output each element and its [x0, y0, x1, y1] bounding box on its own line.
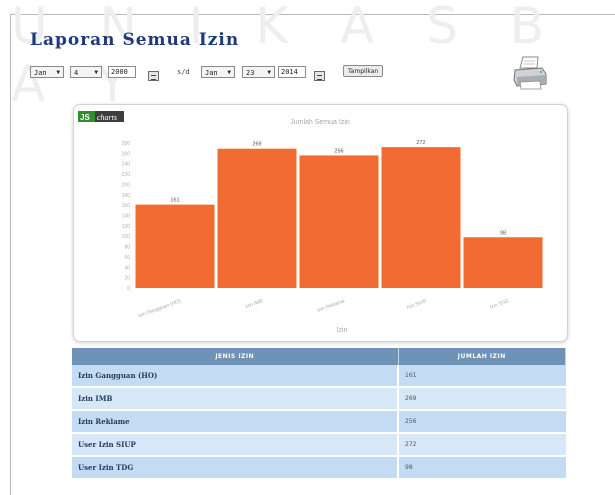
x-category-label: Izin SIUP: [406, 298, 428, 311]
to-month-select[interactable]: Jan ▼: [201, 66, 235, 78]
cell-jenis-izin: User Izin SIUP: [72, 433, 398, 457]
cell-jumlah-izin: 256: [397, 410, 566, 434]
permit-table: JENIS IZIN JUMLAH IZIN Izin Gangguan (HO…: [72, 348, 566, 480]
y-tick-label: 60: [124, 255, 130, 261]
calendar-icon[interactable]: [314, 71, 325, 81]
y-tick-label: 180: [122, 193, 131, 199]
from-day-select[interactable]: 4 ▼: [70, 66, 102, 78]
to-year-input[interactable]: 2014: [278, 66, 306, 78]
y-tick-label: 200: [122, 182, 131, 188]
column-header-jenis-izin: JENIS IZIN: [72, 348, 399, 365]
y-tick-label: 120: [122, 224, 131, 230]
table-row: User Izin SIUP 272: [72, 433, 566, 457]
chevron-down-icon: ▼: [94, 69, 98, 76]
x-category-label: Izin Gangguan (HO): [138, 298, 182, 319]
show-button[interactable]: Tampilkan: [343, 65, 384, 77]
column-header-jumlah-izin: JUMLAH IZIN: [398, 348, 566, 365]
printer-icon[interactable]: [512, 54, 548, 90]
cell-jumlah-izin: 269: [397, 387, 566, 411]
jscharts-logo-js: JS: [80, 113, 90, 122]
calendar-icon[interactable]: [148, 71, 159, 81]
from-day-value: 4: [74, 69, 79, 77]
x-category-label: Izin IMB: [245, 298, 265, 310]
y-tick-label: 240: [122, 162, 131, 168]
bar: [217, 148, 297, 288]
cell-jumlah-izin: 272: [397, 433, 566, 457]
y-tick-label: 220: [122, 172, 131, 178]
x-category-label: Izin TDG: [489, 298, 510, 310]
bar-value-label: 269: [252, 142, 261, 148]
to-month-value: Jan: [205, 69, 218, 77]
chevron-down-icon: ▼: [267, 69, 271, 76]
chart-title: Jumlah Semua Izin: [290, 119, 350, 126]
cell-jumlah-izin: 98: [397, 456, 566, 480]
page-title: Laporan Semua Izin: [30, 30, 240, 50]
y-tick-label: 100: [122, 234, 131, 240]
to-day-select[interactable]: 23 ▼: [242, 66, 275, 78]
y-tick-label: 160: [122, 203, 131, 209]
cell-jumlah-izin: 161: [397, 365, 566, 388]
y-tick-label: 260: [122, 151, 131, 157]
cell-jenis-izin: Izin Reklame: [72, 410, 398, 434]
table-row: Izin Gangguan (HO) 161: [72, 365, 566, 388]
bar-value-label: 98: [500, 230, 506, 236]
y-tick-label: 20: [124, 276, 130, 282]
y-tick-label: 40: [124, 265, 130, 271]
table-row: Izin Reklame 256: [72, 410, 566, 434]
bar-value-label: 161: [170, 198, 179, 204]
x-category-label: Izin Reklame: [316, 298, 345, 314]
y-tick-label: 0: [127, 286, 130, 292]
y-tick-label: 80: [124, 245, 130, 251]
bar-chart-panel: JS charts Jumlah Semua Izin Izin 0 20 40 60…: [73, 104, 568, 342]
cell-jenis-izin: User Izin TDG: [72, 456, 398, 480]
chevron-down-icon: ▼: [227, 69, 231, 76]
bar-value-label: 272: [416, 140, 425, 146]
table-row: Izin IMB 269: [72, 387, 566, 411]
bar: [299, 155, 379, 288]
table-row: User Izin TDG 98: [72, 456, 566, 480]
cell-jenis-izin: Izin Gangguan (HO): [72, 365, 398, 388]
cell-jenis-izin: Izin IMB: [72, 387, 398, 411]
date-separator: s/d: [177, 68, 190, 76]
jscharts-logo-charts: charts: [97, 113, 117, 122]
table-header-row: JENIS IZIN JUMLAH IZIN: [72, 348, 566, 365]
x-axis-title: Izin: [337, 327, 348, 334]
y-tick-label: 280: [122, 141, 131, 147]
y-tick-label: 140: [122, 214, 131, 220]
bar: [135, 204, 215, 288]
chevron-down-icon: ▼: [56, 69, 60, 76]
to-day-value: 23: [246, 69, 255, 77]
bar-chart: JS charts Jumlah Semua Izin Izin 0 20 40 60…: [78, 111, 543, 334]
from-month-value: Jan: [34, 69, 47, 77]
bar-value-label: 256: [334, 148, 343, 154]
from-month-select[interactable]: Jan ▼: [30, 66, 64, 78]
bar: [463, 237, 543, 288]
bar: [381, 147, 461, 288]
from-year-input[interactable]: 2000: [108, 66, 136, 78]
